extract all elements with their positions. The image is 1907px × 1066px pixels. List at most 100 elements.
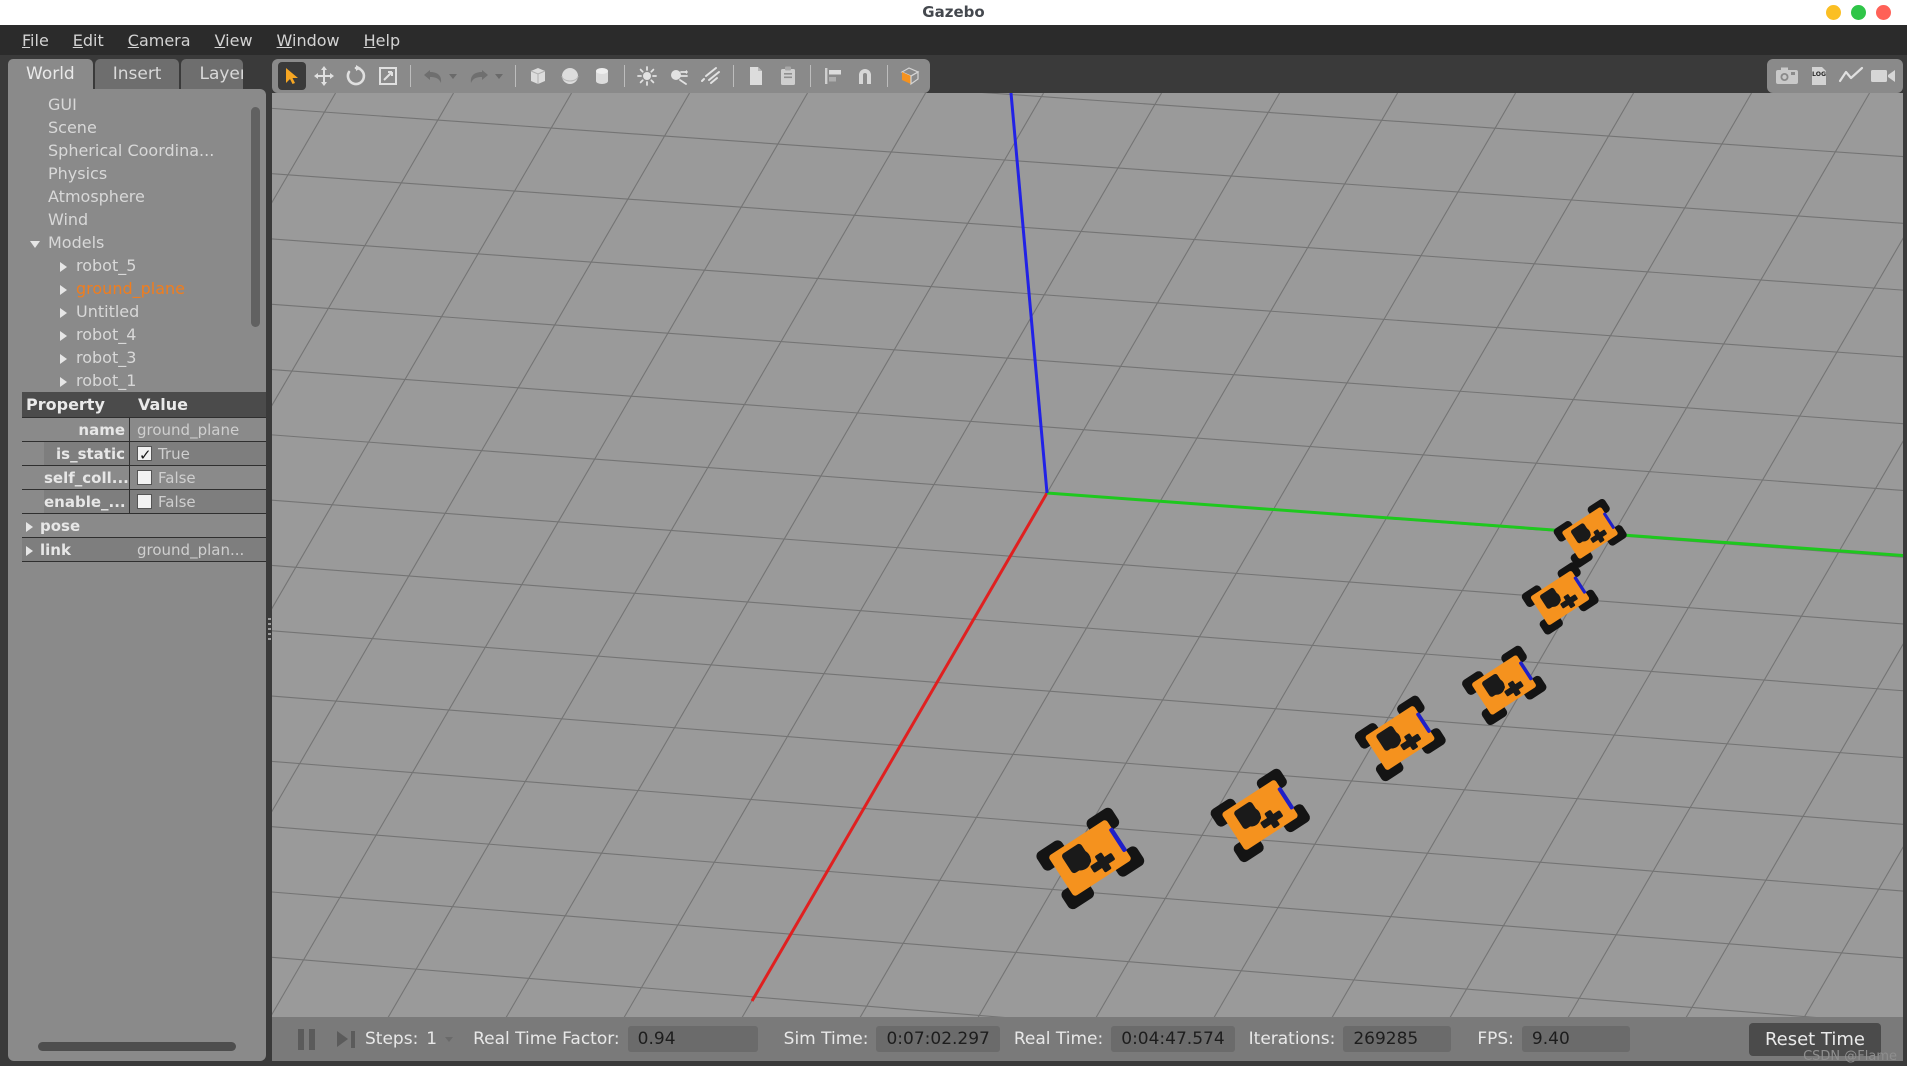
directional-light-icon[interactable] bbox=[697, 62, 725, 90]
toolbar-separator bbox=[515, 65, 516, 87]
property-table-header: Property Value bbox=[22, 392, 266, 418]
step-forward-button[interactable] bbox=[337, 1030, 355, 1048]
cylinder-icon[interactable] bbox=[588, 62, 616, 90]
tree-item-label: robot_4 bbox=[76, 325, 137, 344]
tree-scrollbar-thumb[interactable] bbox=[251, 107, 260, 327]
menu-file[interactable]: File bbox=[10, 28, 61, 53]
property-value[interactable] bbox=[130, 514, 266, 537]
tree-item-label: Spherical Coordina... bbox=[48, 141, 215, 160]
chevron-right-icon[interactable] bbox=[60, 331, 67, 341]
property-value[interactable]: True bbox=[130, 442, 266, 465]
translate-mode-icon[interactable] bbox=[310, 62, 338, 90]
column-header-value: Value bbox=[138, 395, 189, 414]
clone-box-icon[interactable] bbox=[896, 62, 924, 90]
screenshot-icon[interactable] bbox=[1773, 62, 1801, 90]
chevron-right-icon[interactable] bbox=[26, 521, 33, 532]
iterations-value: 269285 bbox=[1343, 1026, 1452, 1052]
maximize-button[interactable] bbox=[1851, 5, 1866, 20]
property-row[interactable]: enable_... False bbox=[22, 490, 266, 514]
redo-icon[interactable] bbox=[465, 62, 493, 90]
3d-viewport[interactable]: Steps: 1 Real Time Factor: 0.94 Sim Time… bbox=[272, 93, 1903, 1061]
render-area: LOG Steps: 1 Real Time Factor: 0.94 Sim … bbox=[272, 59, 1903, 1061]
align-icon[interactable] bbox=[819, 62, 847, 90]
panel-horizontal-scrollbar[interactable] bbox=[38, 1042, 236, 1051]
box-icon[interactable] bbox=[524, 62, 552, 90]
chevron-right-icon[interactable] bbox=[60, 377, 67, 387]
world-tree[interactable]: GUI Scene Spherical Coordina... Physics Atmo… bbox=[8, 93, 266, 411]
log-icon[interactable]: LOG bbox=[1805, 62, 1833, 90]
gazebo-window: Gazebo File Edit Camera View Window Help… bbox=[0, 0, 1907, 1066]
tab-layers[interactable]: Layers bbox=[181, 59, 244, 89]
tree-item-label: Scene bbox=[48, 118, 97, 137]
menu-edit[interactable]: Edit bbox=[61, 28, 116, 53]
rotate-mode-icon[interactable] bbox=[342, 62, 370, 90]
property-value-text: ground_plane bbox=[137, 420, 240, 439]
svg-text:LOG: LOG bbox=[1812, 71, 1826, 78]
window-controls bbox=[1826, 5, 1891, 20]
select-mode-icon[interactable] bbox=[278, 62, 306, 90]
chevron-down-icon[interactable] bbox=[30, 241, 40, 248]
property-row[interactable]: pose bbox=[22, 514, 266, 538]
point-light-icon[interactable] bbox=[633, 62, 661, 90]
property-row[interactable]: name ground_plane bbox=[22, 418, 266, 442]
sphere-icon[interactable] bbox=[556, 62, 584, 90]
property-value[interactable]: ground_plan... bbox=[130, 538, 266, 561]
property-row[interactable]: link ground_plan... bbox=[22, 538, 266, 562]
undo-dropdown-caret-icon[interactable] bbox=[449, 73, 457, 79]
checkbox-enable_[interactable] bbox=[137, 494, 152, 509]
menu-window[interactable]: Window bbox=[265, 28, 352, 53]
chevron-right-icon[interactable] bbox=[60, 262, 67, 272]
tree-item-label: robot_5 bbox=[76, 256, 137, 275]
property-row[interactable]: self_coll... False bbox=[22, 466, 266, 490]
property-value[interactable]: ground_plane bbox=[130, 418, 266, 441]
snap-icon[interactable] bbox=[851, 62, 879, 90]
tree-item-models[interactable]: Models bbox=[8, 231, 266, 254]
tree-item-robot-5[interactable]: robot_5 bbox=[8, 254, 266, 277]
checkbox-self_coll[interactable] bbox=[137, 470, 152, 485]
tree-item-ground-plane[interactable]: ground_plane bbox=[8, 277, 266, 300]
undo-icon[interactable] bbox=[419, 62, 447, 90]
tab-world[interactable]: World bbox=[8, 59, 93, 89]
spot-light-icon[interactable] bbox=[665, 62, 693, 90]
pause-button[interactable] bbox=[298, 1028, 315, 1050]
tree-scrollbar[interactable] bbox=[251, 107, 260, 397]
menu-view[interactable]: View bbox=[203, 28, 265, 53]
chevron-right-icon[interactable] bbox=[60, 308, 67, 318]
menu-camera[interactable]: Camera bbox=[116, 28, 203, 53]
tree-item-spherical-coordina[interactable]: Spherical Coordina... bbox=[8, 139, 266, 162]
tree-item-robot-1[interactable]: robot_1 bbox=[8, 369, 266, 392]
tree-item-robot-3[interactable]: robot_3 bbox=[8, 346, 266, 369]
tree-item-gui[interactable]: GUI bbox=[8, 93, 266, 116]
fps-value: 9.40 bbox=[1521, 1026, 1630, 1052]
tree-item-scene[interactable]: Scene bbox=[8, 116, 266, 139]
record-video-icon[interactable] bbox=[1869, 62, 1897, 90]
redo-dropdown-caret-icon[interactable] bbox=[495, 73, 503, 79]
property-row[interactable]: is_static True bbox=[22, 442, 266, 466]
tree-item-untitled[interactable]: Untitled bbox=[8, 300, 266, 323]
paste-icon[interactable] bbox=[774, 62, 802, 90]
checkbox-is_static[interactable] bbox=[137, 443, 152, 465]
row-indent bbox=[22, 442, 44, 465]
scale-mode-icon[interactable] bbox=[374, 62, 402, 90]
panel-content: GUI Scene Spherical Coordina... Physics Atmo… bbox=[8, 89, 266, 1061]
chevron-right-icon[interactable] bbox=[60, 285, 67, 295]
iterations-label: Iterations: bbox=[1248, 1029, 1336, 1049]
close-button[interactable] bbox=[1876, 5, 1891, 20]
tree-item-atmosphere[interactable]: Atmosphere bbox=[8, 185, 266, 208]
tab-insert[interactable]: Insert bbox=[94, 59, 180, 89]
menu-help[interactable]: Help bbox=[352, 28, 412, 53]
plot-icon[interactable] bbox=[1837, 62, 1865, 90]
tree-item-wind[interactable]: Wind bbox=[8, 208, 266, 231]
chevron-right-icon[interactable] bbox=[26, 545, 33, 556]
column-header-property: Property bbox=[26, 395, 105, 414]
watermark: CSDN @Flame bbox=[1803, 1049, 1897, 1064]
tree-item-physics[interactable]: Physics bbox=[8, 162, 266, 185]
steps-dropdown-caret-icon[interactable] bbox=[445, 1036, 454, 1042]
copy-icon[interactable] bbox=[742, 62, 770, 90]
property-value[interactable]: False bbox=[130, 490, 266, 513]
property-value[interactable]: False bbox=[130, 466, 266, 489]
minimize-button[interactable] bbox=[1826, 5, 1841, 20]
tree-item-robot-4[interactable]: robot_4 bbox=[8, 323, 266, 346]
chevron-right-icon[interactable] bbox=[60, 354, 67, 364]
scene-canvas[interactable] bbox=[272, 93, 1903, 1061]
